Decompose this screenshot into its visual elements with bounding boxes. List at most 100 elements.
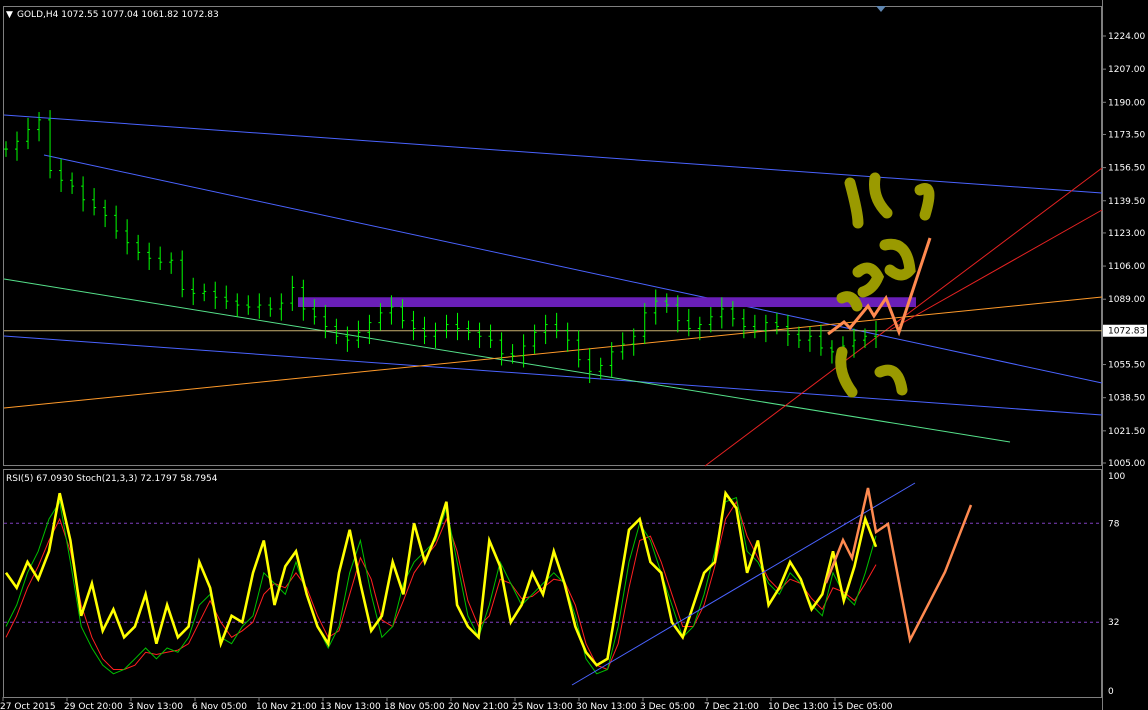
time-axis-label: 7 Dec 21:00 bbox=[704, 702, 759, 710]
candle bbox=[444, 314, 449, 339]
price-scale-label: 1038.50 bbox=[1108, 394, 1145, 404]
indicator-title: RSI(5) 67.0930 Stoch(21,3,3) 72.1797 58.… bbox=[6, 474, 218, 484]
price-scale-label: 1207.00 bbox=[1108, 65, 1145, 75]
price-scale-label: 1005.00 bbox=[1108, 459, 1145, 469]
candle bbox=[411, 310, 416, 341]
candle bbox=[488, 324, 493, 348]
candle bbox=[81, 176, 86, 212]
header-arrow-icon[interactable]: ▼ bbox=[6, 10, 13, 20]
candle bbox=[763, 314, 768, 343]
candle bbox=[125, 219, 130, 255]
oscillator-scale-label: 0 bbox=[1108, 687, 1114, 697]
candle bbox=[257, 293, 262, 319]
candle bbox=[752, 314, 757, 339]
series-rsi bbox=[4, 489, 878, 667]
price-scale-label: 1173.50 bbox=[1108, 130, 1145, 140]
candle bbox=[356, 320, 361, 348]
annotation-scribble bbox=[879, 238, 916, 281]
candle bbox=[147, 242, 152, 270]
indicator-panel[interactable] bbox=[3, 469, 1102, 698]
candle bbox=[213, 281, 218, 309]
candle bbox=[4, 141, 8, 157]
time-axis-label: 6 Nov 05:00 bbox=[192, 702, 247, 710]
candle bbox=[433, 322, 438, 348]
candle bbox=[499, 332, 504, 366]
candle bbox=[114, 205, 119, 239]
candle bbox=[92, 188, 97, 216]
oscillator-scale-label: 100 bbox=[1108, 472, 1125, 482]
candle bbox=[290, 275, 295, 311]
time-axis-label: 27 Oct 2015 bbox=[0, 702, 56, 710]
candle bbox=[708, 307, 713, 333]
annotation-scribble bbox=[852, 262, 885, 298]
resistance-zone bbox=[298, 297, 916, 308]
oscillator-scale-label: 32 bbox=[1108, 618, 1119, 628]
time-axis-label: 10 Dec 13:00 bbox=[768, 702, 829, 710]
annotation-scribble bbox=[835, 346, 858, 398]
candle bbox=[642, 303, 647, 345]
chart-title: GOLD,H4 1072.55 1077.04 1061.82 1072.83 bbox=[17, 10, 219, 20]
shift-marker-icon[interactable] bbox=[876, 6, 886, 12]
time-axis-label: 18 Nov 05:00 bbox=[384, 702, 445, 710]
candle bbox=[455, 312, 460, 341]
candle bbox=[180, 250, 185, 298]
series-stoch-main bbox=[5, 496, 877, 675]
chart-window[interactable]: 1224.00 1207.00 1190.00 1173.50 1156.50 1139.… bbox=[0, 0, 1148, 710]
candles-layer bbox=[4, 110, 878, 384]
candle bbox=[532, 324, 537, 354]
candle bbox=[268, 297, 273, 317]
candle bbox=[246, 295, 251, 315]
candle bbox=[334, 318, 339, 345]
oscillator-layer bbox=[4, 482, 1102, 686]
price-scale-label: 1089.00 bbox=[1108, 295, 1145, 305]
candle bbox=[378, 303, 383, 331]
annotation-scribble bbox=[914, 183, 935, 221]
candle bbox=[136, 234, 141, 261]
price-scale-label: 1139.50 bbox=[1108, 197, 1145, 207]
price-panel[interactable] bbox=[3, 6, 1102, 466]
time-axis-label: 30 Nov 13:00 bbox=[576, 702, 637, 710]
candle bbox=[609, 342, 614, 378]
drawings-layer bbox=[3, 114, 1103, 467]
candle bbox=[224, 285, 229, 309]
candle bbox=[697, 316, 702, 341]
time-axis-label: 13 Nov 13:00 bbox=[320, 702, 381, 710]
candle bbox=[543, 314, 548, 345]
candle bbox=[631, 328, 636, 356]
candle bbox=[554, 312, 559, 339]
channel-red-upper bbox=[889, 209, 1103, 331]
annotation-scribble bbox=[869, 172, 893, 219]
candle bbox=[829, 340, 834, 364]
annotation-scribble bbox=[874, 364, 908, 396]
time-axis-label: 20 Nov 21:00 bbox=[448, 702, 509, 710]
time-axis-label: 10 Nov 21:00 bbox=[256, 702, 317, 710]
candle bbox=[818, 324, 823, 356]
price-scale-label: 1021.50 bbox=[1108, 427, 1145, 437]
handdrawn-layer bbox=[824, 172, 973, 644]
candle bbox=[191, 277, 196, 306]
price-scale-label: 1123.00 bbox=[1108, 229, 1145, 239]
candle bbox=[510, 344, 515, 364]
candle bbox=[103, 199, 108, 228]
price-scale-label: 1156.50 bbox=[1108, 164, 1145, 174]
current-price-label: 1072.83 bbox=[1108, 327, 1145, 337]
oscillator-scale-label: 78 bbox=[1108, 519, 1120, 529]
time-axis-label: 25 Nov 13:00 bbox=[512, 702, 573, 710]
candle bbox=[48, 110, 53, 179]
candle bbox=[576, 330, 581, 368]
candle bbox=[158, 246, 163, 270]
candle bbox=[26, 117, 31, 150]
candle bbox=[70, 172, 75, 194]
time-axis-label: 29 Oct 20:00 bbox=[64, 702, 123, 710]
candle bbox=[235, 293, 240, 317]
candle bbox=[477, 322, 482, 348]
series-stoch-signal bbox=[5, 500, 877, 671]
candle bbox=[15, 131, 20, 161]
time-axis-label: 3 Nov 13:00 bbox=[128, 702, 183, 710]
candle bbox=[202, 283, 207, 302]
time-axis-label: 15 Dec 05:00 bbox=[832, 702, 893, 710]
channel-line-upper bbox=[3, 114, 1103, 194]
candle bbox=[367, 314, 372, 345]
oscillator-trendline bbox=[571, 482, 916, 686]
candle bbox=[37, 112, 42, 142]
